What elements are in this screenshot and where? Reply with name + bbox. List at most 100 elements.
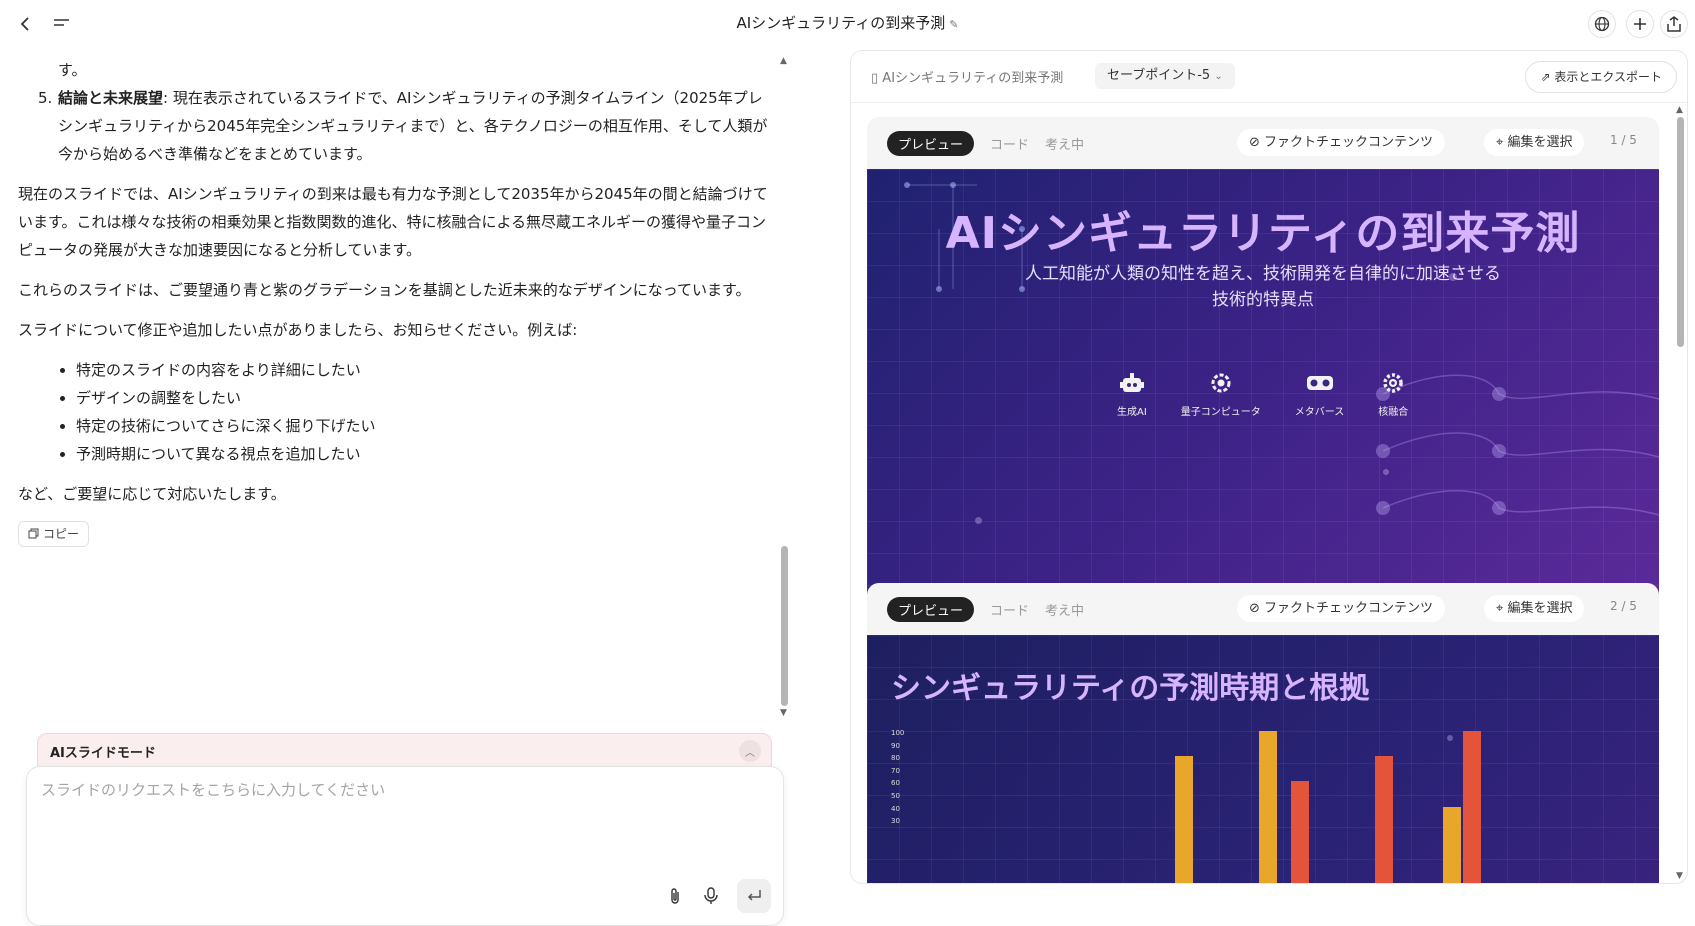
target-icon: ⌖ <box>1496 135 1508 150</box>
tab-code[interactable]: コード <box>990 134 1029 153</box>
subtitle-line-1: 人工知能が人類の知性を超え、技術開発を自律的に加速させる <box>1025 264 1501 284</box>
slide-2-canvas[interactable]: シンギュラリティの予測時期と根拠 100 90 80 70 60 50 40 30 <box>867 635 1659 883</box>
glow-dot <box>1383 469 1389 475</box>
chevron-up-icon[interactable]: ︿ <box>739 740 761 762</box>
list-bold: 結論と未来展望 <box>58 89 164 107</box>
mode-label: AIスライドモード <box>50 746 156 761</box>
doc-title: ▯ AIシンギュラリティの到来予測 <box>871 67 1063 86</box>
robot-icon <box>1118 369 1146 397</box>
select-edit-button[interactable]: ⌖ 編集を選択 <box>1484 595 1585 622</box>
send-button[interactable] <box>737 879 771 913</box>
tab-code[interactable]: コード <box>990 600 1029 619</box>
slide-tabs: プレビュー コード 考え中 <box>887 131 1084 156</box>
tech-label: 生成AI <box>1117 407 1147 418</box>
scroll-up-icon[interactable]: ▲ <box>780 56 787 66</box>
slide-panel: ▯ AIシンギュラリティの到来予測 セーブポイント-5 ⌄ ⇗ 表示とエクスポー… <box>850 50 1688 884</box>
page-title: AIシンギュラリティの到来予測 ✎ <box>0 12 1695 33</box>
copy-icon <box>28 528 39 539</box>
page-indicator: 1 / 5 <box>1610 133 1637 147</box>
target-icon: ⌖ <box>1496 601 1508 616</box>
vr-headset-icon <box>1306 369 1334 397</box>
panel-header: ▯ AIシンギュラリティの到来予測 セーブポイント-5 ⌄ ⇗ 表示とエクスポー… <box>851 51 1687 103</box>
fact-check-label: ファクトチェックコンテンツ <box>1264 601 1434 616</box>
fact-check-button[interactable]: ⊘ ファクトチェックコンテンツ <box>1237 595 1446 622</box>
tech-metaverse: メタバース <box>1294 369 1345 418</box>
page-title-text: AIシンギュラリティの到来予測 <box>736 14 946 32</box>
enter-icon <box>747 890 761 901</box>
tab-thinking[interactable]: 考え中 <box>1045 134 1084 153</box>
chart-bar <box>1443 806 1461 883</box>
chat-paragraph-3: スライドについて修正や追加したい点がありましたら、お知らせください。例えば: <box>18 321 578 339</box>
tech-label: 量子コンピュータ <box>1180 407 1261 418</box>
select-edit-label: 編集を選択 <box>1507 601 1573 616</box>
tab-thinking[interactable]: 考え中 <box>1045 600 1084 619</box>
copy-label: コピー <box>43 526 80 541</box>
edit-title-icon[interactable]: ✎ <box>949 18 958 31</box>
chart-bar <box>1463 731 1481 883</box>
tech-label: メタバース <box>1294 407 1345 418</box>
atom-gear-icon <box>1207 369 1235 397</box>
list-body: : 現在表示されているスライドで、AIシンギュラリティの予測タイムライン（202… <box>58 89 768 163</box>
scroll-up-icon[interactable]: ▲ <box>1676 105 1683 115</box>
export-label: 表示とエクスポート <box>1554 70 1662 84</box>
tech-icon-row: 生成AI 量子コンピュータ メタバース 核融合 <box>1117 369 1408 418</box>
scroll-down-icon[interactable]: ▼ <box>1676 871 1683 881</box>
plus-icon[interactable] <box>1626 10 1654 38</box>
list-item-5: 5. 結論と未来展望: 現在表示されているスライドで、AIシンギュラリティの予測… <box>38 84 773 168</box>
slide-1-subtitle: 人工知能が人類の知性を超え、技術開発を自律的に加速させる 技術的特異点 <box>867 261 1659 313</box>
check-circle-icon: ⊘ <box>1249 601 1265 616</box>
doc-title-text: AIシンギュラリティの到来予測 <box>882 71 1064 86</box>
slide-tabs: プレビュー コード 考え中 <box>887 597 1084 622</box>
slide-card-1: プレビュー コード 考え中 ⊘ ファクトチェックコンテンツ ⌖ 編集を選択 1 … <box>867 117 1659 615</box>
check-circle-icon: ⊘ <box>1249 135 1265 150</box>
gear-icon <box>1379 369 1407 397</box>
select-edit-button[interactable]: ⌖ 編集を選択 <box>1484 129 1585 156</box>
document-icon: ▯ <box>871 71 883 86</box>
chart-bar <box>1375 756 1393 883</box>
list-item: 特定のスライドの内容をより詳細にしたい <box>58 356 773 384</box>
scroll-down-icon[interactable]: ▼ <box>780 708 787 718</box>
tech-fusion: 核融合 <box>1378 369 1408 418</box>
page-indicator: 2 / 5 <box>1610 599 1637 613</box>
chat-paragraph-2: これらのスライドは、ご要望通り青と紫のグラデーションを基調とした近未来的なデザイ… <box>18 281 751 299</box>
share-icon[interactable] <box>1660 10 1688 38</box>
list-item: デザインの調整をしたい <box>58 384 773 412</box>
tech-quantum-computer: 量子コンピュータ <box>1181 369 1261 418</box>
scroll-thumb[interactable] <box>1677 117 1684 347</box>
globe-icon[interactable] <box>1588 10 1616 38</box>
tech-generative-ai: 生成AI <box>1117 369 1147 418</box>
slide-1-canvas[interactable]: AIシンギュラリティの到来予測 人工知能が人類の知性を超え、技術開発を自律的に加… <box>867 169 1659 615</box>
export-button[interactable]: ⇗ 表示とエクスポート <box>1525 61 1677 93</box>
subtitle-line-2: 技術的特異点 <box>1212 290 1314 310</box>
list-item: 特定の技術についてさらに深く掘り下げたい <box>58 412 773 440</box>
chat-transcript: す。 5. 結論と未来展望: 現在表示されているスライドで、AIシンギュラリティ… <box>18 56 773 548</box>
prompt-composer[interactable]: スライドのリクエストをこちらに入力してください <box>26 766 784 926</box>
microphone-icon[interactable] <box>701 886 721 906</box>
paperclip-icon[interactable] <box>665 886 685 906</box>
glow-dot <box>975 517 982 524</box>
chat-scrollbar[interactable]: ▲ ▼ <box>780 56 788 718</box>
prompt-input[interactable]: スライドのリクエストをこちらに入力してください <box>41 779 385 800</box>
fact-check-button[interactable]: ⊘ ファクトチェックコンテンツ <box>1237 129 1446 156</box>
savepoint-label: セーブポイント-5 <box>1107 68 1211 83</box>
slide-toolbar: プレビュー コード 考え中 ⊘ ファクトチェックコンテンツ ⌖ 編集を選択 2 … <box>867 583 1659 635</box>
chart-bar <box>1175 756 1193 883</box>
list-text: 結論と未来展望: 現在表示されているスライドで、AIシンギュラリティの予測タイム… <box>58 84 773 168</box>
copy-button[interactable]: コピー <box>18 520 90 547</box>
top-bar: AIシンギュラリティの到来予測 ✎ <box>0 0 1695 48</box>
external-link-icon: ⇗ <box>1540 70 1555 84</box>
list-item: 予測時期について異なる視点を追加したい <box>58 440 773 468</box>
chart-bar <box>1259 731 1277 883</box>
chat-pane: す。 5. 結論と未来展望: 現在表示されているスライドで、AIシンギュラリティ… <box>0 48 800 926</box>
prev-tail: す。 <box>58 61 87 79</box>
chart-bars <box>867 635 1659 883</box>
savepoint-dropdown[interactable]: セーブポイント-5 ⌄ <box>1095 63 1235 89</box>
tab-preview[interactable]: プレビュー <box>887 597 975 622</box>
list-number: 5. <box>38 89 53 107</box>
panel-scrollbar[interactable]: ▲ ▼ <box>1675 105 1685 881</box>
suggestion-list: 特定のスライドの内容をより詳細にしたい デザインの調整をしたい 特定の技術につい… <box>58 356 773 468</box>
tab-preview[interactable]: プレビュー <box>887 131 975 156</box>
chevron-down-icon: ⌄ <box>1214 71 1223 82</box>
chat-paragraph-4: など、ご要望に応じて対応いたします。 <box>18 485 286 503</box>
scroll-thumb[interactable] <box>781 546 788 706</box>
